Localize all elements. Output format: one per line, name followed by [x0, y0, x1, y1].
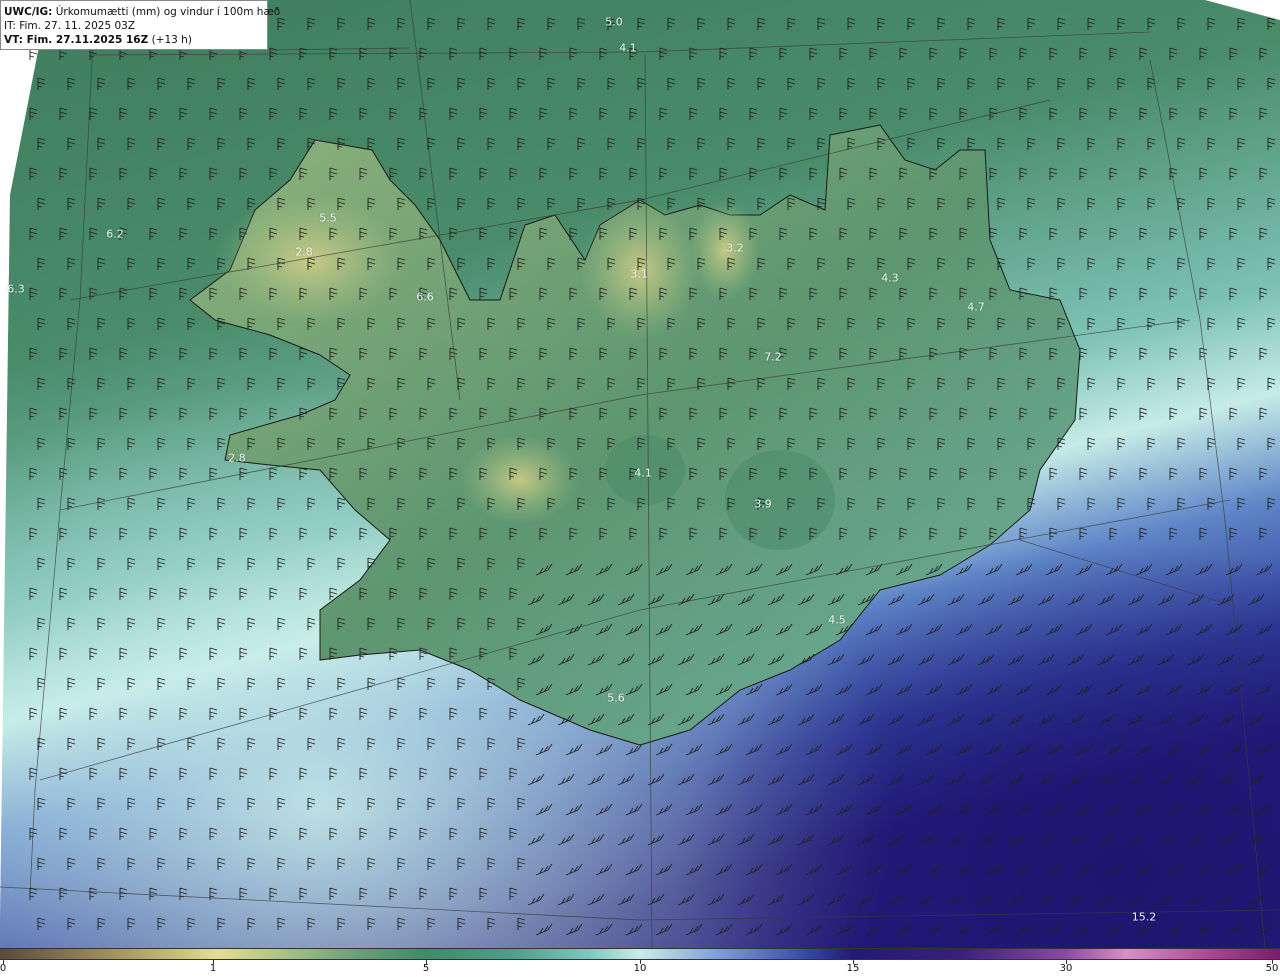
- map-value-label: 4.5: [828, 613, 846, 627]
- map-value-label: 5.0: [605, 15, 623, 29]
- info-vt-row: VT: Fim. 27.11.2025 16Z (+13 h): [4, 33, 264, 47]
- map-value-label: 2.8: [228, 451, 246, 465]
- map-value-label: 5.6: [607, 691, 625, 705]
- map-value-label: 6.2: [106, 227, 124, 241]
- map-value-label: 6.6: [416, 290, 434, 304]
- map-value-label: 15.2: [1131, 910, 1157, 924]
- colorbar-strip: [0, 948, 1280, 960]
- info-title-text: Úrkomumætti (mm) og vindur í 100m hæð: [52, 6, 281, 18]
- map-value-label: 2.8: [295, 245, 313, 259]
- map-value-label: 4.1: [634, 466, 652, 480]
- colorbar-tick-label: 10: [633, 963, 647, 974]
- map-value-label: 4.1: [619, 41, 637, 55]
- colorbar-tick-label: 50: [1265, 963, 1279, 974]
- colorbar-tick-label: 1: [209, 963, 217, 974]
- map-value-label: 3.1: [630, 267, 648, 281]
- colorbar-tick-label: 5: [422, 963, 430, 974]
- map-value-label: 3.9: [754, 497, 772, 511]
- colorbar-tick-label: 0: [0, 963, 7, 974]
- map-value-label: 4.7: [967, 300, 985, 314]
- map-value-label: 5.5: [319, 211, 337, 225]
- map-value-label: 7.2: [764, 350, 782, 364]
- colorbar-tick-label: 15: [846, 963, 860, 974]
- map-value-label: 3.2: [726, 241, 744, 255]
- info-title-model: UWC/IG:: [4, 6, 53, 18]
- info-vt-time: VT: Fim. 27.11.2025 16Z: [4, 34, 149, 46]
- info-it-line: IT: Fim. 27. 11. 2025 03Z: [4, 20, 136, 32]
- map-value-label: 6.3: [7, 282, 25, 296]
- map-value-label: 4.3: [881, 271, 899, 285]
- colorbar-tick-label: 30: [1059, 963, 1073, 974]
- info-title-row: UWC/IG: Úrkomumætti (mm) og vindur í 100…: [4, 5, 280, 19]
- colorbar: 0 1 5 10 15 30 50: [0, 948, 1280, 978]
- info-vt-lead: (+13 h): [148, 34, 192, 46]
- info-box: UWC/IG: Úrkomumætti (mm) og vindur í 100…: [0, 0, 280, 50]
